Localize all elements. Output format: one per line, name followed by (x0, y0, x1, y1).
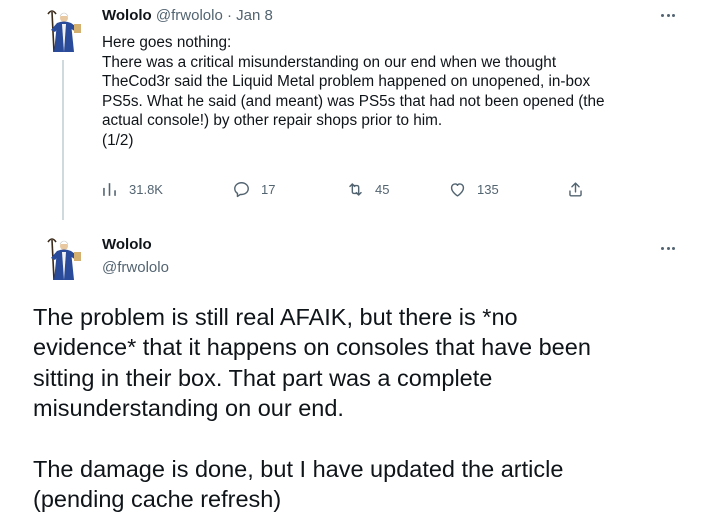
tweet-text: The problem is still real AFAIK, but the… (33, 302, 683, 514)
avatar-image (38, 234, 88, 284)
retweet-icon (349, 182, 362, 196)
tweet-text-line: evidence* that it happens on consoles th… (33, 334, 591, 361)
like-count: 135 (477, 181, 499, 197)
views-count: 31.8K (129, 181, 163, 197)
tweet-date[interactable]: Jan 8 (236, 7, 273, 24)
avatar[interactable] (38, 6, 88, 56)
tweet-main[interactable]: Wololo @frwololo The problem is still re… (0, 222, 708, 531)
author-name[interactable]: Wololo (102, 7, 152, 24)
tweet-text-line: There was a critical misunderstanding on… (102, 53, 557, 71)
tweet-actions: 31.8K 17 45 135 (100, 178, 600, 200)
share-button[interactable] (566, 178, 585, 200)
reply-button[interactable]: 17 (232, 178, 275, 200)
reply-bubble-icon (234, 181, 249, 197)
like-button[interactable]: 135 (448, 178, 499, 200)
tweet-text-line: sitting in their box. That part was a co… (33, 364, 493, 391)
more-options-icon[interactable] (656, 241, 680, 255)
tweet-text-line: Here goes nothing: (102, 34, 232, 51)
thread-connector-line (62, 60, 64, 220)
tweet-paragraph: The problem is still real AFAIK, but the… (33, 302, 683, 424)
tweet-thread: Wololo @frwololo · Jan 8 Here goes nothi… (0, 0, 708, 531)
author-handle[interactable]: @frwololo (102, 259, 169, 277)
tweet-parent[interactable]: Wololo @frwololo · Jan 8 Here goes nothi… (0, 0, 708, 222)
tweet-text-line: (pending cache refresh) (33, 486, 282, 513)
author-handle[interactable]: @frwololo (156, 7, 223, 24)
tweet-paragraph: The damage is done, but I have updated t… (33, 454, 683, 515)
tweet-text-line: TheCod3r said the Liquid Metal problem h… (102, 73, 591, 91)
tweet-text-line: The problem is still real AFAIK, but the… (33, 304, 518, 330)
tweet-text-line: misunderstanding on our end. (33, 395, 344, 422)
header-separator: · (226, 7, 232, 24)
views-button[interactable]: 31.8K (100, 178, 163, 200)
analytics-bars-icon (103, 182, 116, 196)
tweet-text-line: PS5s. What he said (and meant) was PS5s … (102, 92, 605, 110)
tweet-text-line: (1/2) (102, 131, 134, 149)
heart-icon (450, 182, 465, 197)
share-upload-icon (569, 181, 582, 197)
more-options-icon[interactable] (656, 8, 680, 22)
author-name[interactable]: Wololo (102, 236, 152, 254)
avatar[interactable] (38, 234, 88, 284)
reply-count: 17 (261, 181, 276, 197)
retweet-button[interactable]: 45 (346, 178, 389, 200)
tweet-text: Here goes nothing: There was a critical … (102, 33, 672, 151)
tweet-text-line: The damage is done, but I have updated t… (33, 455, 564, 482)
tweet-text-line: actual console!) by other repair shops p… (102, 112, 443, 130)
retweet-count: 45 (375, 181, 390, 197)
avatar-image (38, 6, 88, 56)
tweet-header: Wololo @frwololo · Jan 8 (102, 7, 273, 25)
